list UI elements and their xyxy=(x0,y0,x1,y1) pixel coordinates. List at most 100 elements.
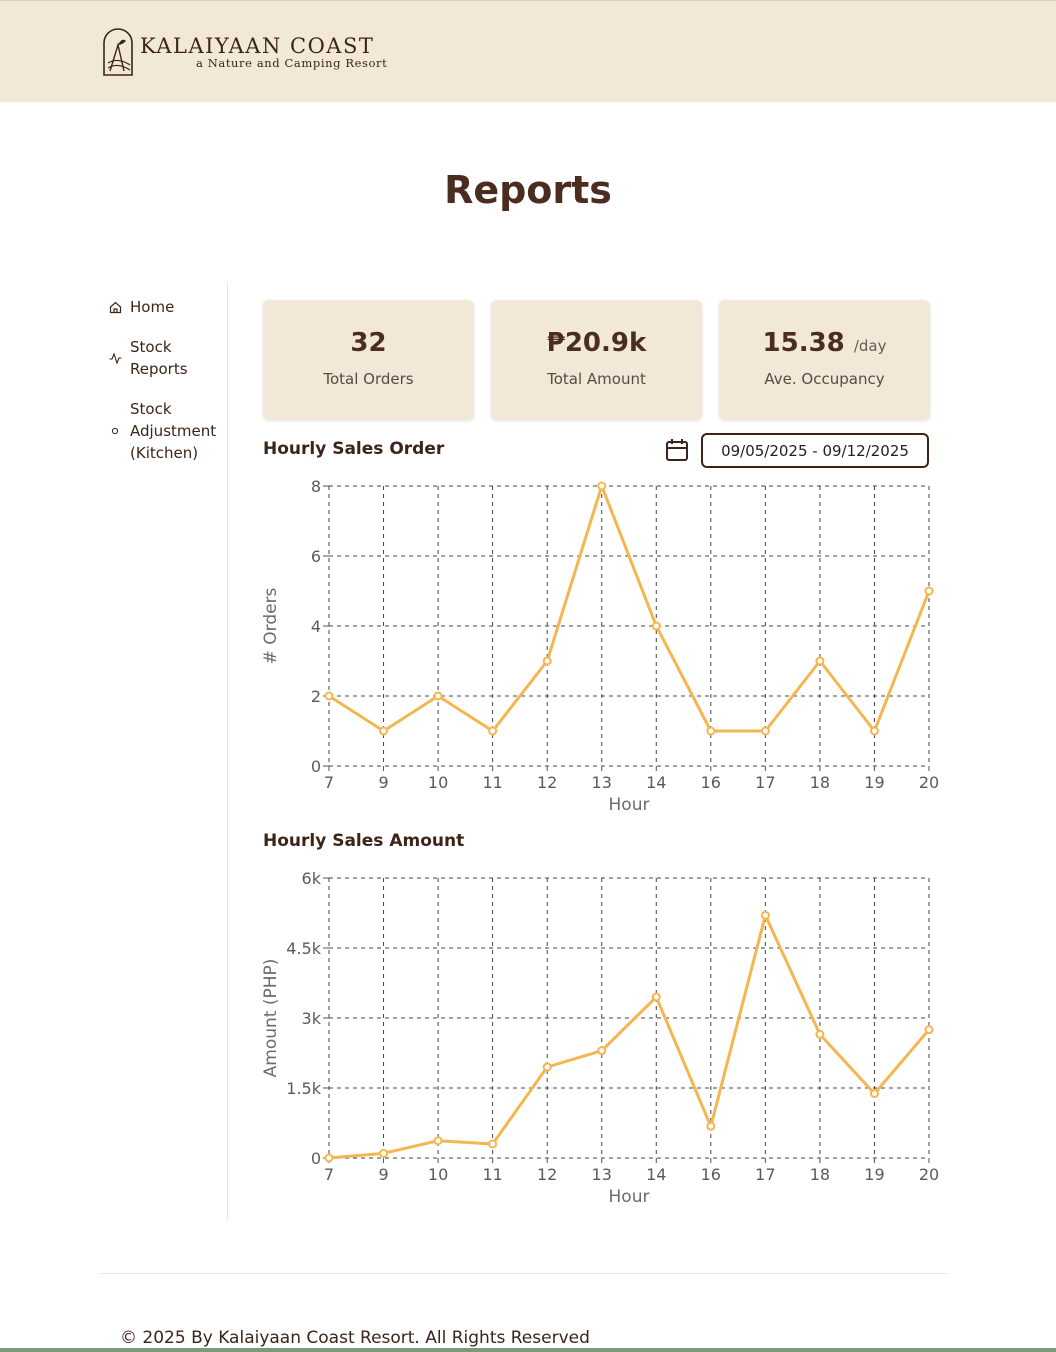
date-range-picker[interactable]: 09/05/2025 - 09/12/2025 xyxy=(701,433,929,468)
data-point xyxy=(597,481,607,491)
x-tick-label: 7 xyxy=(324,1165,334,1184)
x-tick-label: 10 xyxy=(428,773,448,792)
y-tick-label: 0 xyxy=(311,1149,321,1168)
kpi-label: Ave. Occupancy xyxy=(764,370,885,388)
data-point xyxy=(379,726,389,736)
y-tick-label: 6k xyxy=(302,869,322,888)
sidebar-item-label: Stock Reports xyxy=(130,338,188,378)
data-point xyxy=(542,1062,552,1072)
page-title: Reports xyxy=(444,168,612,212)
brand-logo[interactable]: KALAIYAAN COAST a Nature and Camping Res… xyxy=(102,27,387,77)
x-tick-label: 9 xyxy=(378,1165,388,1184)
x-tick-label: 16 xyxy=(701,1165,721,1184)
kpi-total-orders: 32 Total Orders xyxy=(263,300,474,420)
x-tick-label: 9 xyxy=(378,773,388,792)
data-point xyxy=(542,656,552,666)
data-point xyxy=(924,1025,934,1035)
sidebar-item-label: Home xyxy=(130,298,175,316)
x-tick-label: 12 xyxy=(537,773,557,792)
x-tick-label: 14 xyxy=(646,773,666,792)
kpi-unit: /day xyxy=(853,337,887,355)
kpi-label: Total Amount xyxy=(547,370,646,388)
activity-icon xyxy=(108,351,122,365)
chart-title-amount: Hourly Sales Amount xyxy=(263,831,465,851)
x-tick-label: 11 xyxy=(482,773,502,792)
x-axis-label: Hour xyxy=(609,795,650,815)
x-tick-label: 16 xyxy=(701,773,721,792)
data-point xyxy=(924,586,934,596)
y-tick-label: 0 xyxy=(311,757,321,776)
data-point xyxy=(324,1153,334,1163)
x-tick-label: 12 xyxy=(537,1165,557,1184)
kpi-value: 32 xyxy=(350,328,387,358)
sidebar-item-label: Stock Adjustment (Kitchen) xyxy=(130,400,217,462)
x-tick-label: 7 xyxy=(324,773,334,792)
brand-name: KALAIYAAN COAST xyxy=(140,33,375,58)
y-axis-label: # Orders xyxy=(261,587,281,664)
sidebar-item-stock-reports[interactable]: Stock Reports xyxy=(108,336,210,380)
x-tick-label: 17 xyxy=(755,773,775,792)
y-tick-label: 1.5k xyxy=(286,1079,321,1098)
brand-tagline: a Nature and Camping Resort xyxy=(196,55,388,70)
x-tick-label: 11 xyxy=(482,1165,502,1184)
x-axis-label: Hour xyxy=(609,1187,650,1207)
series-line xyxy=(328,484,931,733)
footer-divider xyxy=(100,1273,947,1274)
data-point xyxy=(869,1089,879,1099)
x-tick-label: 18 xyxy=(810,773,830,792)
data-point xyxy=(706,726,716,736)
data-point xyxy=(760,910,770,920)
chart-title-orders: Hourly Sales Order xyxy=(263,439,445,459)
data-point xyxy=(433,691,443,701)
y-tick-label: 6 xyxy=(311,547,321,566)
header-bar: KALAIYAAN COAST a Nature and Camping Res… xyxy=(0,0,1056,102)
y-axis-label: Amount (PHP) xyxy=(261,959,281,1078)
series-line xyxy=(328,913,931,1160)
y-tick-label: 4 xyxy=(311,617,321,636)
x-tick-label: 13 xyxy=(592,1165,612,1184)
data-point xyxy=(433,1136,443,1146)
bottom-accent-bar xyxy=(0,1348,1056,1352)
orders-line-chart: 0 2 4 6 8 7 9 10 11 12 13 14 16 17 18 19 20 Hour # Orders xyxy=(261,477,939,815)
kpi-value-wrap: 15.38 /day xyxy=(719,328,930,358)
x-tick-label: 20 xyxy=(919,1165,939,1184)
amount-line-chart: 0 1.5k 3k 4.5k 6k 7 9 10 11 12 13 14 16 17 18 19 20 Hour A… xyxy=(261,869,939,1207)
data-point xyxy=(869,726,879,736)
y-tick-label: 4.5k xyxy=(286,939,321,958)
data-point xyxy=(815,656,825,666)
x-tick-label: 18 xyxy=(810,1165,830,1184)
sidebar-nav: Home Stock Reports Stock Adjustment (Kit… xyxy=(100,282,228,1220)
x-tick-label: 14 xyxy=(646,1165,666,1184)
logo-mark-icon xyxy=(103,28,133,76)
kpi-total-amount: ₱20.9k Total Amount xyxy=(491,300,702,420)
y-tick-label: 2 xyxy=(311,687,321,706)
data-point xyxy=(760,726,770,736)
kpi-occupancy: 15.38 /day Ave. Occupancy xyxy=(719,300,930,420)
data-point xyxy=(324,691,334,701)
sidebar-item-home[interactable]: Home xyxy=(108,296,174,318)
sidebar-item-stock-adjustment[interactable]: Stock Adjustment (Kitchen) xyxy=(108,398,226,464)
x-tick-label: 17 xyxy=(755,1165,775,1184)
kpi-value: 15.38 xyxy=(762,328,845,358)
y-tick-label: 3k xyxy=(302,1009,322,1028)
calendar-icon[interactable] xyxy=(664,437,690,463)
x-tick-label: 19 xyxy=(864,1165,884,1184)
x-tick-label: 20 xyxy=(919,773,939,792)
kpi-label: Total Orders xyxy=(323,370,414,388)
data-point xyxy=(651,992,661,1002)
data-point xyxy=(379,1148,389,1158)
data-point xyxy=(651,621,661,631)
y-tick-label: 8 xyxy=(311,477,321,496)
kpi-value: ₱20.9k xyxy=(546,328,647,358)
x-tick-label: 10 xyxy=(428,1165,448,1184)
data-point xyxy=(706,1121,716,1131)
x-tick-label: 13 xyxy=(592,773,612,792)
home-icon xyxy=(108,301,122,314)
x-tick-label: 19 xyxy=(864,773,884,792)
data-point xyxy=(815,1029,825,1039)
data-point xyxy=(597,1046,607,1056)
data-point xyxy=(488,1139,498,1149)
data-point xyxy=(488,726,498,736)
footer-copyright: © 2025 By Kalaiyaan Coast Resort. All Ri… xyxy=(120,1328,590,1348)
dot-icon xyxy=(108,427,122,435)
